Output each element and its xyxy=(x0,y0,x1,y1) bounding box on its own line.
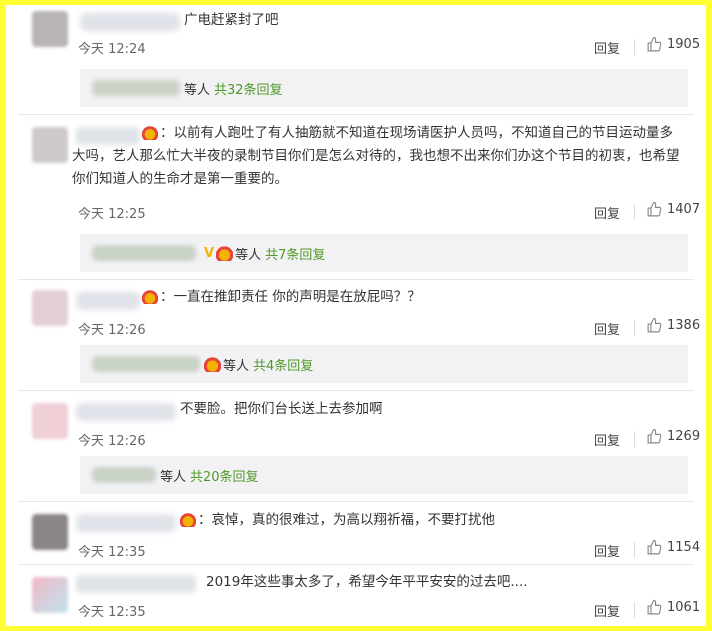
divider xyxy=(634,320,635,336)
thumbs-up-icon xyxy=(647,599,662,615)
like-button[interactable]: 1905 xyxy=(646,36,700,53)
username-blurred xyxy=(92,245,196,261)
like-count: 1061 xyxy=(667,600,701,615)
thumbs-up-icon xyxy=(647,539,662,555)
avatar[interactable] xyxy=(32,403,68,439)
divider xyxy=(634,542,635,558)
reply-button[interactable]: 回复 xyxy=(594,319,620,338)
divider xyxy=(18,390,694,391)
thumbs-up-icon xyxy=(647,428,662,444)
sub-reply-count[interactable]: 共20条回复 xyxy=(190,466,259,485)
sub-reply-count[interactable]: 共7条回复 xyxy=(265,244,325,263)
comment-time: 今天 12:25 xyxy=(78,207,146,222)
comment-time: 今天 12:26 xyxy=(78,434,146,449)
comment-text: 不要脸。把你们台长送上去参加啊 xyxy=(180,401,383,417)
username-blurred xyxy=(92,356,200,372)
divider xyxy=(18,279,694,280)
comment-text-body: 一直在推卸责任 你的声明是在放屁吗？？ xyxy=(173,289,421,305)
thumbs-up-icon xyxy=(647,201,662,217)
reply-button[interactable]: 回复 xyxy=(594,38,620,57)
like-button[interactable]: 1154 xyxy=(646,539,700,556)
username-blurred xyxy=(80,13,180,31)
username-blurred xyxy=(92,80,180,96)
reply-button[interactable]: 回复 xyxy=(594,541,620,560)
sub-reply-bar[interactable]: V 等人 共7条回复 xyxy=(80,234,688,272)
thumbs-up-icon xyxy=(647,317,662,333)
like-button[interactable]: 1407 xyxy=(646,201,700,218)
comment-text: 广电赶紧封了吧 xyxy=(184,12,279,28)
like-button[interactable]: 1269 xyxy=(646,428,700,445)
sub-reply-suffix: 等人 xyxy=(160,469,187,485)
comment-time: 今天 12:24 xyxy=(78,42,146,57)
comment-text: 2019年这些事太多了，希望今年平平安安的过去吧.... xyxy=(206,574,528,590)
sub-reply-bar[interactable]: 等人 共4条回复 xyxy=(80,345,688,383)
divider xyxy=(18,501,694,502)
avatar[interactable] xyxy=(32,577,68,613)
like-count: 1386 xyxy=(667,318,701,333)
comment-text: ：以前有人跑吐了有人抽筋就不知道在现场请医护人员吗，不知道自己的节目运动量多大吗… xyxy=(72,125,680,187)
fan-face-badge-icon xyxy=(216,245,234,261)
divider xyxy=(634,204,635,220)
like-count: 1905 xyxy=(667,37,701,52)
comment-text: ：哀悼，真的很难过，为高以翔祈福，不要打扰他 xyxy=(72,509,686,532)
comment-list: 广电赶紧封了吧 今天 12:24 回复 1905 等人 共32条回复 ：以前有人… xyxy=(6,5,706,626)
comment-text: ：一直在推卸责任 你的声明是在放屁吗？？ xyxy=(72,286,686,309)
like-count: 1407 xyxy=(667,202,701,217)
avatar[interactable] xyxy=(32,11,68,47)
sub-reply-suffix: 等人 xyxy=(184,82,211,98)
username-blurred xyxy=(76,403,176,421)
sub-reply-count[interactable]: 共32条回复 xyxy=(214,79,283,98)
divider xyxy=(18,564,694,565)
reply-button[interactable]: 回复 xyxy=(594,430,620,449)
sub-reply-suffix: 等人 xyxy=(235,247,262,263)
like-count: 1154 xyxy=(667,540,701,555)
sub-reply-bar[interactable]: 等人 共32条回复 xyxy=(80,69,688,107)
avatar[interactable] xyxy=(32,127,68,163)
reply-button[interactable]: 回复 xyxy=(594,203,620,222)
vip-badge-icon: V xyxy=(204,245,215,261)
divider xyxy=(634,431,635,447)
comment-text-body: 哀悼，真的很难过，为高以翔祈福，不要打扰他 xyxy=(211,512,496,528)
comment-time: 今天 12:35 xyxy=(78,605,146,620)
fan-face-badge-icon xyxy=(142,290,158,304)
sub-reply-suffix: 等人 xyxy=(223,358,250,374)
divider xyxy=(634,602,635,618)
sub-reply-count[interactable]: 共4条回复 xyxy=(253,355,313,374)
like-button[interactable]: 1061 xyxy=(646,599,700,616)
like-button[interactable]: 1386 xyxy=(646,317,700,334)
comment-time: 今天 12:26 xyxy=(78,323,146,338)
fan-face-badge-icon xyxy=(204,356,221,372)
thumbs-up-icon xyxy=(647,36,662,52)
divider xyxy=(634,39,635,55)
reply-button[interactable]: 回复 xyxy=(594,601,620,620)
fan-face-badge-icon xyxy=(180,513,196,527)
comment-time: 今天 12:35 xyxy=(78,545,146,560)
avatar[interactable] xyxy=(32,514,68,550)
avatar[interactable] xyxy=(32,290,68,326)
divider xyxy=(18,114,694,115)
sub-reply-bar[interactable]: 等人 共20条回复 xyxy=(80,456,688,494)
username-blurred xyxy=(76,575,196,593)
username-blurred xyxy=(92,467,156,483)
like-count: 1269 xyxy=(667,429,701,444)
fan-face-badge-icon xyxy=(142,126,158,140)
